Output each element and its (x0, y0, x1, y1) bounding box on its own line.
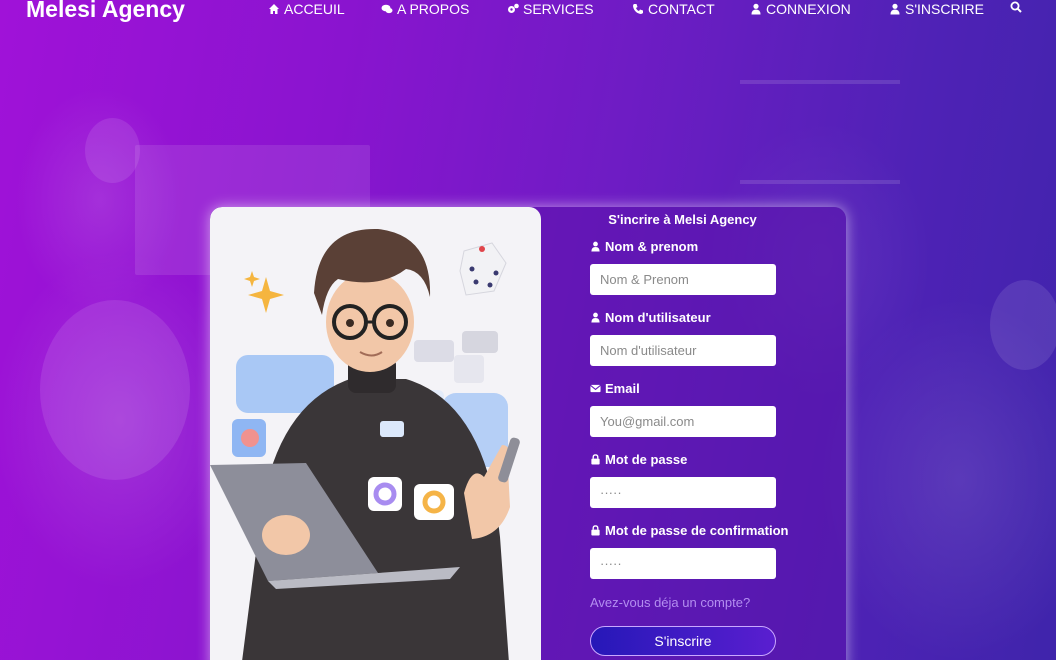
dice-icon (459, 242, 507, 296)
signup-illustration (210, 207, 541, 660)
background-shelf (740, 80, 900, 84)
floating-dot-shape (241, 429, 259, 447)
nav-item-connexion[interactable]: CONNEXION (750, 1, 851, 17)
background-shelf (740, 180, 900, 184)
field-label-text: Nom & prenom (605, 239, 699, 254)
nav-item-label: CONNEXION (766, 1, 851, 17)
chart-card-shape (368, 477, 402, 511)
chart-card-shape (414, 484, 454, 520)
user-icon (751, 3, 761, 15)
background-person (85, 118, 140, 183)
nav-item-a-propos[interactable]: A PROPOS (381, 1, 469, 17)
background-person (40, 300, 190, 480)
nav-search[interactable] (1010, 1, 1022, 13)
user-icon (591, 312, 600, 323)
floating-card-shape (380, 421, 404, 437)
lock-icon (591, 454, 600, 465)
developer-illustration (210, 228, 520, 660)
comments-icon (381, 4, 393, 14)
nav-item-services[interactable]: SERVICES (507, 1, 594, 17)
nav-item-accueil[interactable]: ACCEUIL (268, 1, 345, 17)
user-icon (591, 241, 600, 252)
floating-card-shape (454, 355, 484, 383)
label-nom-prenom: Nom & prenom (590, 239, 698, 254)
nav-item-label: ACCEUIL (284, 1, 345, 17)
sparkle-icon (244, 271, 260, 287)
hand-shape (262, 515, 310, 555)
label-mot-de-passe: Mot de passe (590, 452, 687, 467)
label-nom-utilisateur: Nom d'utilisateur (590, 310, 711, 325)
label-mot-de-passe-confirmation: Mot de passe de confirmation (590, 523, 788, 538)
confirm-password-input[interactable] (590, 548, 776, 579)
nav-item-label: SERVICES (523, 1, 594, 17)
envelope-icon (590, 384, 601, 393)
form-title: S'incrire à Melsi Agency (608, 212, 757, 227)
field-label-text: Nom d'utilisateur (605, 310, 711, 325)
password-input[interactable] (590, 477, 776, 508)
search-icon (1010, 1, 1022, 13)
nav-item-label: A PROPOS (397, 1, 470, 17)
home-icon (269, 4, 279, 14)
nom-prenom-input[interactable] (590, 264, 776, 295)
login-link[interactable]: Avez-vous déja un compte? (590, 595, 750, 610)
brand-logo[interactable]: Melesi Agency (26, 0, 185, 23)
cogs-icon (508, 3, 519, 13)
signup-card: S'incrire à Melsi Agency Nom & prenom No… (210, 207, 846, 660)
floating-card-shape (414, 340, 454, 362)
label-email: Email (590, 381, 640, 396)
floating-card-shape (462, 331, 498, 353)
email-input[interactable] (590, 406, 776, 437)
navbar: Melesi Agency ACCEUIL A PROPOS SERVICES … (0, 0, 1056, 22)
signup-button[interactable]: S'inscrire (590, 626, 776, 656)
phone-icon (633, 4, 643, 14)
field-label-text: Mot de passe de confirmation (605, 523, 789, 538)
field-label-text: Email (605, 381, 640, 396)
nav-item-label: S'INSCRIRE (905, 1, 984, 17)
user-icon (890, 3, 900, 15)
lock-icon (591, 525, 600, 536)
field-label-text: Mot de passe (605, 452, 688, 467)
nav-item-contact[interactable]: CONTACT (632, 1, 715, 17)
username-input[interactable] (590, 335, 776, 366)
background-person (990, 280, 1056, 370)
nav-item-sinscrire[interactable]: S'INSCRIRE (889, 1, 984, 17)
nav-item-label: CONTACT (648, 1, 715, 17)
